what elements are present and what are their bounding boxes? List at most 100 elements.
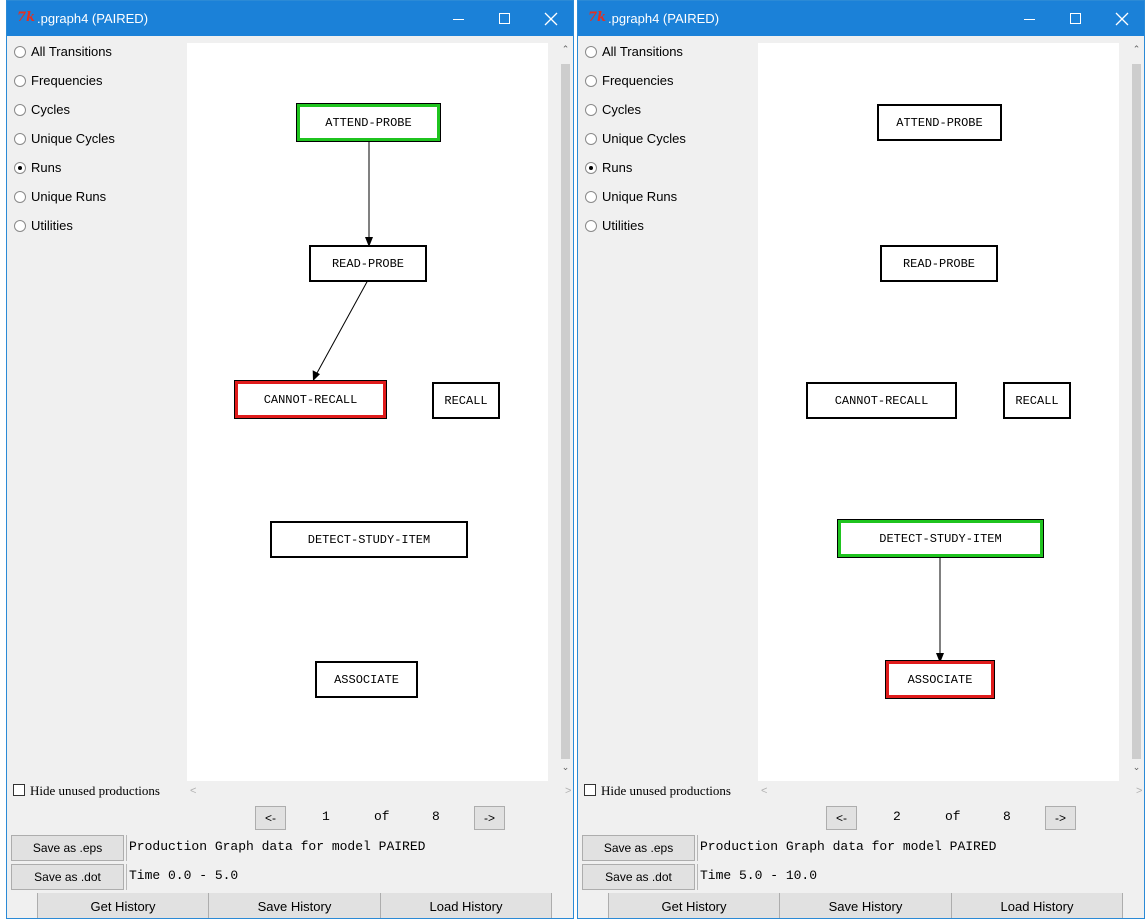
radio-button[interactable]: [14, 75, 26, 87]
option-label: Utilities: [31, 218, 73, 233]
window-title: .pgraph4 (PAIRED): [37, 11, 149, 26]
node-recall[interactable]: RECALL: [1003, 382, 1071, 419]
pgraph-window-1: 7k .pgraph4 (PAIRED) All Transitions Fre…: [6, 0, 574, 919]
option-label: Frequencies: [31, 73, 103, 88]
save-history-button[interactable]: Save History: [780, 893, 952, 918]
divider: [697, 864, 698, 890]
time-range-text: Time 0.0 - 5.0: [129, 868, 239, 883]
option-cycles[interactable]: Cycles: [578, 101, 758, 130]
radio-button[interactable]: [585, 46, 597, 58]
load-history-button[interactable]: Load History: [952, 893, 1123, 918]
option-runs[interactable]: Runs: [578, 159, 758, 188]
scroll-right-icon[interactable]: >: [565, 785, 571, 797]
title-bar[interactable]: 7k .pgraph4 (PAIRED): [7, 1, 573, 36]
load-history-button[interactable]: Load History: [381, 893, 552, 918]
radio-button[interactable]: [585, 191, 597, 203]
node-associate[interactable]: ASSOCIATE: [315, 661, 418, 698]
node-associate[interactable]: ASSOCIATE: [885, 660, 995, 699]
previous-run-button[interactable]: <-: [826, 806, 857, 830]
radio-button[interactable]: [14, 104, 26, 116]
node-cannot-recall[interactable]: CANNOT-RECALL: [234, 380, 387, 419]
node-read-probe[interactable]: READ-PROBE: [309, 245, 427, 282]
radio-button[interactable]: [14, 191, 26, 203]
graph-canvas[interactable]: ATTEND-PROBE READ-PROBE CANNOT-RECALL RE…: [187, 43, 548, 781]
hide-unused-label: Hide unused productions: [601, 783, 731, 798]
minimize-icon: [1024, 19, 1035, 20]
scroll-down-icon[interactable]: ⌄: [1128, 762, 1144, 779]
scroll-thumb[interactable]: [561, 64, 570, 759]
option-unique-runs[interactable]: Unique Runs: [578, 188, 758, 217]
view-mode-options: All Transitions Frequencies Cycles Uniqu…: [7, 43, 187, 246]
minimize-button[interactable]: [435, 1, 481, 36]
tk-feather-icon: 7k: [588, 10, 607, 25]
option-all-transitions[interactable]: All Transitions: [7, 43, 187, 72]
save-history-button[interactable]: Save History: [209, 893, 381, 918]
node-recall[interactable]: RECALL: [432, 382, 500, 419]
option-label: All Transitions: [602, 44, 683, 59]
graph-canvas[interactable]: ATTEND-PROBE READ-PROBE CANNOT-RECALL RE…: [758, 43, 1119, 781]
radio-button[interactable]: [14, 46, 26, 58]
save-eps-button[interactable]: Save as .eps: [582, 835, 695, 861]
option-frequencies[interactable]: Frequencies: [578, 72, 758, 101]
option-label: Unique Runs: [31, 189, 107, 204]
close-button[interactable]: [527, 1, 573, 36]
option-label: Runs: [31, 160, 62, 175]
scroll-up-icon[interactable]: ⌃: [1128, 44, 1144, 61]
save-dot-button[interactable]: Save as .dot: [11, 864, 124, 890]
node-cannot-recall[interactable]: CANNOT-RECALL: [806, 382, 957, 419]
get-history-button[interactable]: Get History: [609, 893, 780, 918]
radio-button[interactable]: [585, 75, 597, 87]
option-utilities[interactable]: Utilities: [578, 217, 758, 246]
vertical-scrollbar[interactable]: ⌃ ⌄: [1128, 43, 1144, 781]
option-unique-cycles[interactable]: Unique Cycles: [578, 130, 758, 159]
option-utilities[interactable]: Utilities: [7, 217, 187, 246]
option-unique-cycles[interactable]: Unique Cycles: [7, 130, 187, 159]
node-detect-study-item[interactable]: DETECT-STUDY-ITEM: [837, 519, 1044, 558]
save-eps-button[interactable]: Save as .eps: [11, 835, 124, 861]
hide-unused-checkbox[interactable]: [13, 784, 25, 796]
close-button[interactable]: [1098, 1, 1144, 36]
node-attend-probe[interactable]: ATTEND-PROBE: [877, 104, 1002, 141]
title-bar[interactable]: 7k .pgraph4 (PAIRED): [578, 1, 1144, 36]
radio-button[interactable]: [585, 133, 597, 145]
next-run-button[interactable]: ->: [474, 806, 505, 830]
radio-button[interactable]: [14, 133, 26, 145]
scroll-left-icon[interactable]: <: [190, 785, 196, 797]
node-attend-probe[interactable]: ATTEND-PROBE: [296, 103, 441, 142]
scroll-thumb[interactable]: [1132, 64, 1141, 759]
window-title: .pgraph4 (PAIRED): [608, 11, 720, 26]
radio-button[interactable]: [585, 104, 597, 116]
tk-feather-icon: 7k: [17, 10, 36, 25]
node-read-probe[interactable]: READ-PROBE: [880, 245, 998, 282]
option-cycles[interactable]: Cycles: [7, 101, 187, 130]
radio-button[interactable]: [585, 220, 597, 232]
option-label: Frequencies: [602, 73, 674, 88]
option-label: Unique Runs: [602, 189, 678, 204]
scroll-right-icon[interactable]: >: [1136, 785, 1142, 797]
radio-button[interactable]: [14, 220, 26, 232]
option-frequencies[interactable]: Frequencies: [7, 72, 187, 101]
save-dot-button[interactable]: Save as .dot: [582, 864, 695, 890]
scroll-up-icon[interactable]: ⌃: [557, 44, 573, 61]
edge-read-probe-to-cannot-recall: [316, 279, 369, 374]
option-all-transitions[interactable]: All Transitions: [578, 43, 758, 72]
hide-unused-label: Hide unused productions: [30, 783, 160, 798]
radio-button-selected[interactable]: [14, 162, 26, 174]
node-detect-study-item[interactable]: DETECT-STUDY-ITEM: [270, 521, 468, 558]
option-runs[interactable]: Runs: [7, 159, 187, 188]
get-history-button[interactable]: Get History: [38, 893, 209, 918]
run-total: 8: [432, 809, 440, 824]
option-unique-runs[interactable]: Unique Runs: [7, 188, 187, 217]
previous-run-button[interactable]: <-: [255, 806, 286, 830]
maximize-button[interactable]: [481, 1, 527, 36]
maximize-icon: [499, 13, 510, 24]
next-run-button[interactable]: ->: [1045, 806, 1076, 830]
vertical-scrollbar[interactable]: ⌃ ⌄: [557, 43, 573, 781]
maximize-button[interactable]: [1052, 1, 1098, 36]
scroll-down-icon[interactable]: ⌄: [557, 762, 573, 779]
history-bar: Get History Save History Load History: [608, 893, 1123, 918]
scroll-left-icon[interactable]: <: [761, 785, 767, 797]
radio-button-selected[interactable]: [585, 162, 597, 174]
minimize-button[interactable]: [1006, 1, 1052, 36]
hide-unused-checkbox[interactable]: [584, 784, 596, 796]
